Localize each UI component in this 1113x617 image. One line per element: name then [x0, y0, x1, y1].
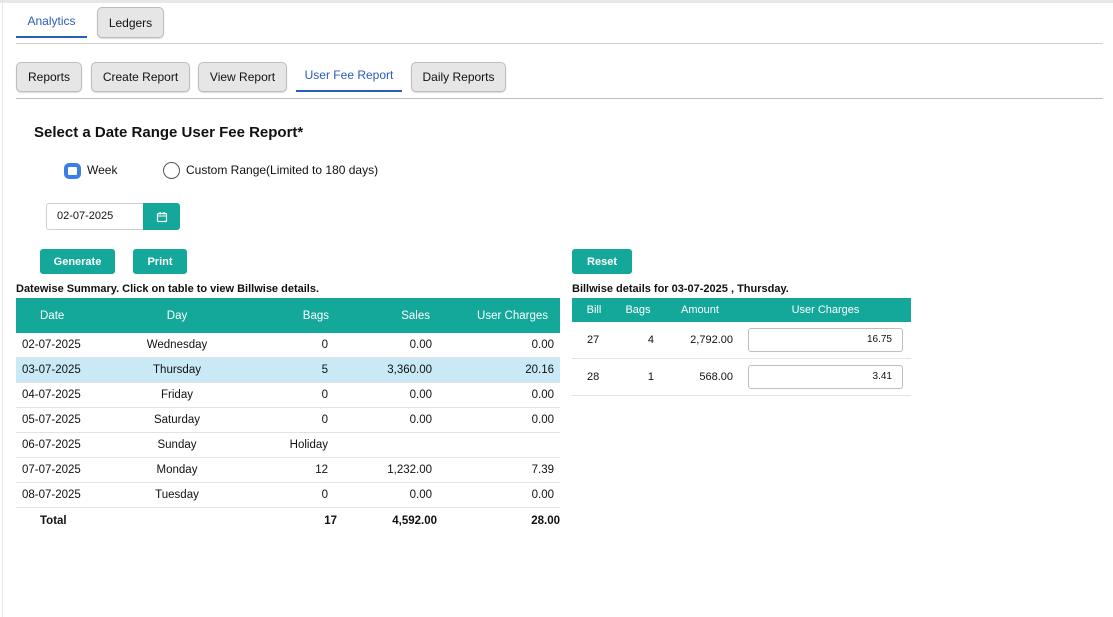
total-row: Total 17 4,592.00 28.00 [16, 508, 560, 535]
datewise-summary-table: Date Day Bags Sales User Charges 02-07-2… [16, 298, 560, 534]
date-input[interactable]: 02-07-2025 [46, 203, 143, 230]
total-bags-value: 17 [324, 515, 337, 527]
table-row[interactable]: 05-07-2025 Saturday 0 0.00 0.00 [16, 407, 560, 433]
tab-view-report[interactable]: View Report [198, 62, 287, 92]
header-day: Day [116, 298, 238, 333]
generate-button[interactable]: Generate [40, 249, 115, 274]
total-bags: 17 [238, 508, 337, 535]
cell-sales: 0.00 [329, 333, 440, 358]
cell-bags: 0 [238, 407, 329, 433]
total-label: Total [40, 515, 67, 527]
report-tabs-divider [16, 98, 1103, 99]
billwise-table: Bill Bags Amount User Charges 27 4 2,792… [572, 298, 911, 396]
cell-day: Monday [116, 457, 238, 483]
total-sales: 4,592.00 [392, 515, 437, 527]
cell-bags: 4 [616, 322, 660, 359]
user-charges-input[interactable]: 3.41 [748, 365, 903, 389]
header-bags: Bags [616, 298, 660, 322]
cell-bill: 28 [572, 358, 616, 396]
tab-user-fee-report[interactable]: User Fee Report [296, 68, 402, 92]
header-sales: Sales [329, 298, 440, 333]
table-row[interactable]: 02-07-2025 Wednesday 0 0.00 0.00 [16, 333, 560, 358]
cell-day: Sunday [116, 432, 238, 458]
header-amount: Amount [660, 298, 740, 322]
cell-amount: 568.00 [660, 358, 740, 396]
cell-bags: 0 [238, 482, 329, 508]
radio-week[interactable] [64, 163, 81, 179]
cell-date: 07-07-2025 [16, 457, 116, 483]
radio-custom-range[interactable] [163, 162, 180, 179]
cell-day: Saturday [116, 407, 238, 433]
cell-user-charges: 0.00 [440, 333, 560, 358]
cell-bill: 27 [572, 322, 616, 359]
cell-amount: 2,792.00 [660, 322, 740, 359]
table-row[interactable]: 06-07-2025 Sunday Holiday [16, 432, 560, 458]
user-charges-input[interactable]: 16.75 [748, 328, 903, 352]
header-date: Date [16, 298, 116, 333]
cell-day: Friday [116, 382, 238, 408]
tab-daily-reports[interactable]: Daily Reports [411, 62, 506, 92]
table-row[interactable]: 04-07-2025 Friday 0 0.00 0.00 [16, 382, 560, 408]
table-row: 27 4 2,792.00 16.75 [572, 322, 911, 359]
total-user-charges: 28.00 [531, 515, 560, 527]
table-row[interactable]: 08-07-2025 Tuesday 0 0.00 0.00 [16, 482, 560, 508]
billwise-header-row: Bill Bags Amount User Charges [572, 298, 911, 322]
cell-sales: 0.00 [329, 482, 440, 508]
left-border [2, 3, 3, 617]
header-user-charges: User Charges [440, 298, 560, 333]
header-bill: Bill [572, 298, 616, 322]
cell-user-charges: 0.00 [440, 382, 560, 408]
radio-week-label: Week [87, 163, 118, 177]
table-row[interactable]: 07-07-2025 Monday 12 1,232.00 7.39 [16, 457, 560, 483]
cell-day: Wednesday [116, 333, 238, 358]
billwise-caption: Billwise details for 03-07-2025 , Thursd… [572, 283, 789, 295]
tab-ledgers[interactable]: Ledgers [97, 7, 164, 38]
cell-bags: Holiday [238, 432, 329, 458]
cell-bags: 0 [238, 382, 329, 408]
radio-custom-range-label: Custom Range(Limited to 180 days) [186, 163, 379, 177]
cell-bags: 5 [238, 357, 329, 383]
cell-date: 08-07-2025 [16, 482, 116, 508]
tab-create-report[interactable]: Create Report [91, 62, 190, 92]
reset-button[interactable]: Reset [572, 249, 632, 274]
cell-sales [329, 432, 440, 458]
cell-sales: 0.00 [329, 382, 440, 408]
cell-day: Tuesday [116, 482, 238, 508]
calendar-icon [156, 211, 167, 222]
cell-date: 02-07-2025 [16, 333, 116, 358]
cell-user-charges: 20.16 [440, 357, 560, 383]
tab-reports[interactable]: Reports [16, 62, 82, 92]
tab-analytics[interactable]: Analytics [16, 14, 87, 38]
summary-caption: Datewise Summary. Click on table to view… [16, 283, 320, 295]
cell-user-charges: 0.00 [440, 482, 560, 508]
cell-user-charges: 16.75 [740, 322, 911, 359]
top-border [0, 0, 1113, 3]
cell-user-charges: 3.41 [740, 358, 911, 396]
top-tabs-divider [16, 43, 1103, 44]
cell-user-charges: 7.39 [440, 457, 560, 483]
page-title: Select a Date Range User Fee Report* [34, 124, 304, 141]
cell-day: Thursday [116, 357, 238, 383]
cell-date: 03-07-2025 [16, 357, 116, 383]
cell-bags: 1 [616, 358, 660, 396]
table-row: 28 1 568.00 3.41 [572, 358, 911, 396]
cell-date: 04-07-2025 [16, 382, 116, 408]
table-row[interactable]: 03-07-2025 Thursday 5 3,360.00 20.16 [16, 357, 560, 383]
cell-user-charges: 0.00 [440, 407, 560, 433]
cell-bags: 0 [238, 333, 329, 358]
cell-sales: 0.00 [329, 407, 440, 433]
calendar-button[interactable] [143, 203, 180, 230]
cell-user-charges [440, 432, 560, 458]
print-button[interactable]: Print [133, 249, 187, 274]
cell-bags: 12 [238, 457, 329, 483]
header-bags: Bags [238, 298, 329, 333]
cell-sales: 1,232.00 [329, 457, 440, 483]
cell-date: 06-07-2025 [16, 432, 116, 458]
header-user-charges: User Charges [740, 298, 911, 322]
cell-date: 05-07-2025 [16, 407, 116, 433]
summary-header-row: Date Day Bags Sales User Charges [16, 298, 560, 333]
cell-sales: 3,360.00 [329, 357, 440, 383]
total-day-empty [116, 508, 238, 535]
